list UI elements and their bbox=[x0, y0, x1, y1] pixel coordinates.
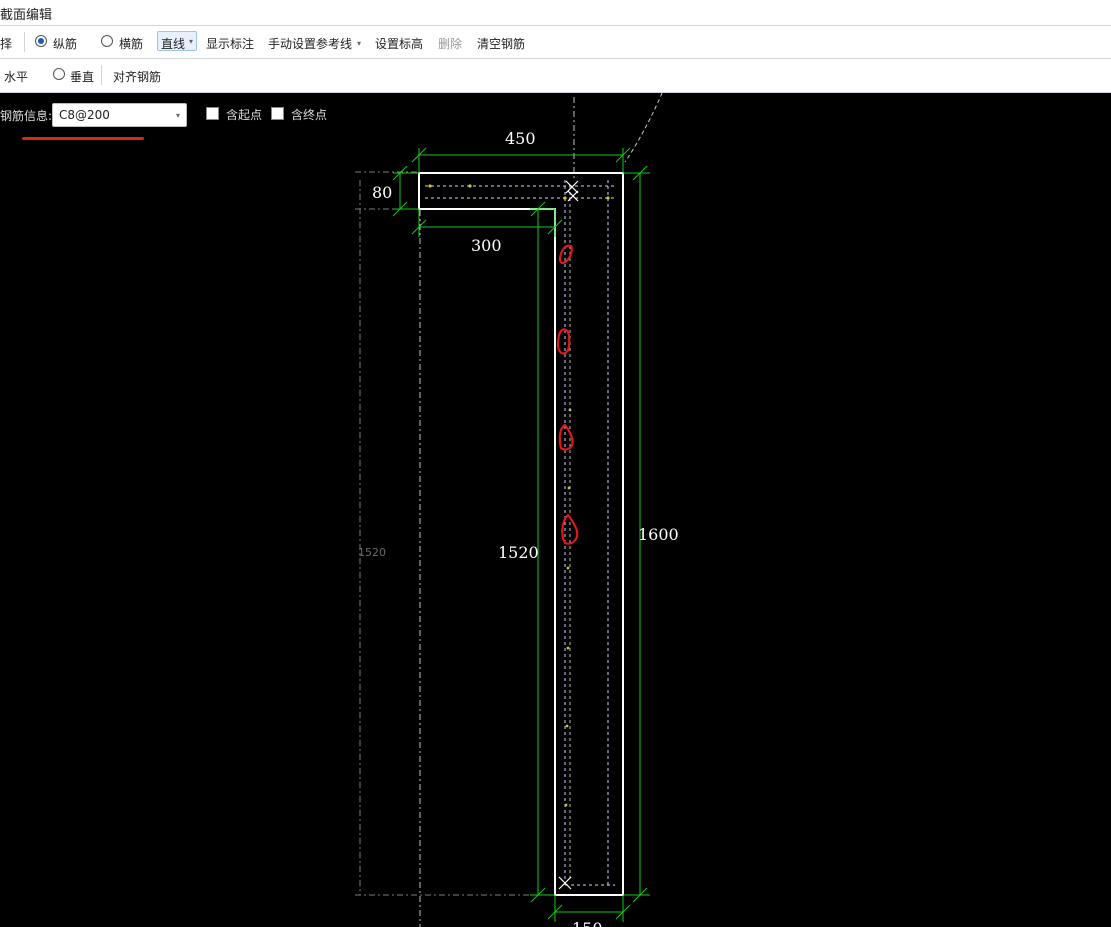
section-drawing: 450 80 300 1520 1600 150 1520 bbox=[355, 92, 679, 927]
red-underline-annotation bbox=[22, 137, 144, 140]
include-end-label[interactable]: 含终点 bbox=[291, 106, 327, 123]
rebar-info-label: 钢筋信息: bbox=[0, 109, 53, 123]
rebar-info-value: C8@200 bbox=[59, 108, 110, 122]
include-end-checkbox[interactable] bbox=[271, 107, 284, 120]
dim-right-height: 1600 bbox=[638, 525, 679, 544]
dim-top-height: 80 bbox=[372, 183, 392, 202]
rebar-point bbox=[468, 184, 472, 188]
rebar-point bbox=[428, 184, 432, 188]
dim-bottom-width: 150 bbox=[572, 919, 603, 927]
dim-left-height: 1520 bbox=[498, 543, 539, 562]
chevron-down-icon: ▾ bbox=[175, 111, 180, 120]
annotation-mark bbox=[556, 328, 571, 355]
dimension-lines bbox=[392, 147, 650, 922]
faint-dimension: 1520 bbox=[358, 546, 386, 559]
rebar-points bbox=[428, 184, 610, 807]
rebar-point bbox=[566, 646, 570, 650]
rebar-point bbox=[564, 803, 568, 807]
rebar-point bbox=[563, 196, 567, 200]
annotation-mark bbox=[558, 423, 574, 451]
include-start-label[interactable]: 含起点 bbox=[226, 106, 262, 123]
reference-curve bbox=[624, 92, 663, 163]
rebar-point bbox=[606, 196, 610, 200]
rebar-point bbox=[566, 566, 570, 570]
rebar-point bbox=[568, 408, 572, 412]
rebar-info-select[interactable]: C8@200 ▾ bbox=[52, 103, 187, 127]
red-annotations bbox=[556, 244, 579, 545]
include-start-checkbox[interactable] bbox=[206, 107, 219, 120]
rebar-point bbox=[567, 486, 571, 490]
dim-inner-width: 300 bbox=[471, 236, 502, 255]
rebar-point bbox=[565, 724, 569, 728]
section-outline bbox=[418, 172, 624, 896]
dim-top-width: 450 bbox=[505, 129, 536, 148]
